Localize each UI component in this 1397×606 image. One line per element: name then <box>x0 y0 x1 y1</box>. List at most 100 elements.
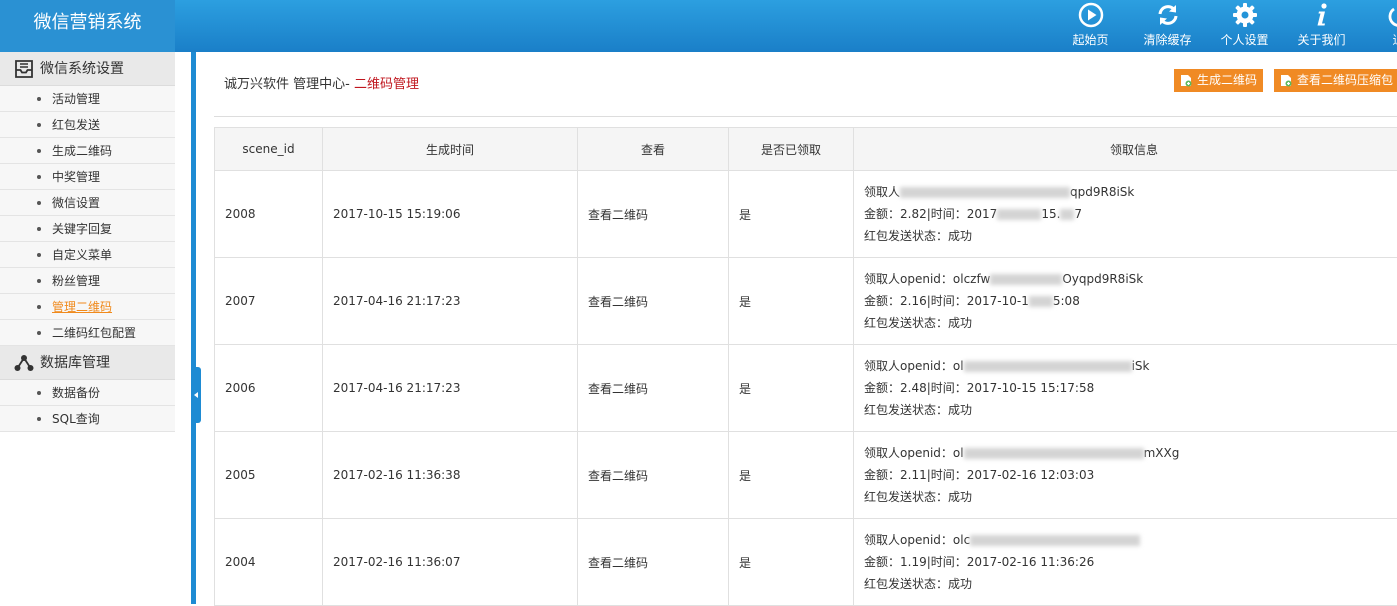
redacted-block <box>990 274 1062 285</box>
created-time-cell: 2017-02-16 11:36:07 <box>323 519 578 606</box>
divider-line <box>214 116 1397 117</box>
play-circle-icon <box>1078 2 1104 28</box>
sidebar-item-sql-query[interactable]: SQL查询 <box>0 406 175 432</box>
sidebar-group-database[interactable]: 数据库管理 <box>0 346 175 380</box>
claim-openid-start: 领取人 <box>864 185 900 199</box>
sidebar-item-activity[interactable]: 活动管理 <box>0 86 175 112</box>
sidebar-item-fans[interactable]: 粉丝管理 <box>0 268 175 294</box>
scene-id-cell: 2004 <box>215 519 323 606</box>
top-toolbar: 起始页 清除缓存 个人设置 关于我们 退 <box>1052 0 1397 52</box>
sidebar-item-wechat-settings[interactable]: 微信设置 <box>0 190 175 216</box>
claim-info-cell: 领取人openid：olczfw Oyqpd9R8iSk 金额：2.16|时间：2… <box>854 258 1397 345</box>
created-time-cell: 2017-10-15 15:19:06 <box>323 171 578 258</box>
about-button[interactable]: 关于我们 <box>1283 0 1360 52</box>
claim-openid-line: 领取人openid：olc <box>864 529 1397 551</box>
claim-amount-line: 金额：2.82|时间：201715.7 <box>864 203 1397 225</box>
claim-amount-start: 金额：2.16|时间：2017-10-1 <box>864 294 1029 308</box>
claim-openid-end: iSk <box>1132 359 1150 373</box>
created-time-cell: 2017-02-16 11:36:38 <box>323 432 578 519</box>
scene-id-cell: 2008 <box>215 171 323 258</box>
view-qrcode-zip-button[interactable]: 查看二维码压缩包 <box>1274 69 1397 92</box>
power-icon <box>1386 2 1397 28</box>
info-icon <box>1309 2 1335 28</box>
breadcrumb: 诚万兴软件 管理中心- 二维码管理 <box>224 73 419 92</box>
claim-openid-start: 领取人openid：olczfw <box>864 272 990 286</box>
redacted-block <box>1029 296 1053 307</box>
sidebar-item-keyword-reply[interactable]: 关键字回复 <box>0 216 175 242</box>
sidebar-item-custom-menu[interactable]: 自定义菜单 <box>0 242 175 268</box>
sidebar-item-qrcode-red-packet-config[interactable]: 二维码红包配置 <box>0 320 175 346</box>
sidebar-item-red-packet-send[interactable]: 红包发送 <box>0 112 175 138</box>
claim-openid-line: 领取人openid：olmXXg <box>864 442 1397 464</box>
redacted-block <box>1060 209 1074 220</box>
clear-cache-label: 清除缓存 <box>1129 31 1206 48</box>
home-button[interactable]: 起始页 <box>1052 0 1129 52</box>
claim-info-cell: 领取人openid：olc 金额：1.19|时间：2017-02-16 11:3… <box>854 519 1397 606</box>
sidebar-collapse-handle[interactable] <box>191 367 201 423</box>
add-file-icon <box>1280 74 1292 87</box>
claim-status-line: 红包发送状态：成功 <box>864 573 1397 595</box>
view-qrcode-link[interactable]: 查看二维码 <box>578 432 729 519</box>
inbox-icon <box>14 60 34 78</box>
claimed-cell: 是 <box>729 171 854 258</box>
claim-info-cell: 领取人openid：olmXXg 金额：2.11|时间：2017-02-16 1… <box>854 432 1397 519</box>
claimed-cell: 是 <box>729 519 854 606</box>
claim-openid-end: mXXg <box>1144 446 1180 460</box>
claim-info-cell: 领取人qpd9R8iSk 金额：2.82|时间：201715.7 红包发送状态：… <box>854 171 1397 258</box>
redacted-block <box>970 535 1140 546</box>
sidebar-group-wechat-settings[interactable]: 微信系统设置 <box>0 52 175 86</box>
claim-status-line: 红包发送状态：成功 <box>864 399 1397 421</box>
table-row: 2006 2017-04-16 21:17:23 查看二维码 是 领取人open… <box>215 345 1397 432</box>
generate-qrcode-label: 生成二维码 <box>1197 73 1257 87</box>
table-row: 2008 2017-10-15 15:19:06 查看二维码 是 领取人qpd9… <box>215 171 1397 258</box>
home-label: 起始页 <box>1052 31 1129 48</box>
personal-settings-label: 个人设置 <box>1206 31 1283 48</box>
claimed-cell: 是 <box>729 345 854 432</box>
claim-info-cell: 领取人openid：ol iSk 金额：2.48|时间：2017-10-15 15… <box>854 345 1397 432</box>
sidebar-item-generate-qrcode[interactable]: 生成二维码 <box>0 138 175 164</box>
claim-amount-line: 金额：2.48|时间：2017-10-15 15:17:58 <box>864 377 1397 399</box>
about-label: 关于我们 <box>1283 31 1360 48</box>
claim-status-line: 红包发送状态：成功 <box>864 312 1397 334</box>
personal-settings-button[interactable]: 个人设置 <box>1206 0 1283 52</box>
sidebar: 微信系统设置 活动管理 红包发送 生成二维码 中奖管理 微信设置 关键字回复 自… <box>0 52 175 604</box>
claim-amount-start: 金额：2.82|时间：2017 <box>864 207 997 221</box>
claimed-cell: 是 <box>729 432 854 519</box>
table-row: 2004 2017-02-16 11:36:07 查看二维码 是 领取人open… <box>215 519 1397 606</box>
sidebar-item-manage-qrcode[interactable]: 管理二维码 <box>0 294 175 320</box>
column-header: 查看 <box>578 128 729 171</box>
column-header: scene_id <box>215 128 323 171</box>
sidebar-splitter <box>191 52 196 604</box>
sidebar-group-label: 微信系统设置 <box>40 61 124 77</box>
table-row: 2005 2017-02-16 11:36:38 查看二维码 是 领取人open… <box>215 432 1397 519</box>
created-time-cell: 2017-04-16 21:17:23 <box>323 258 578 345</box>
view-qrcode-link[interactable]: 查看二维码 <box>578 171 729 258</box>
claim-openid-start: 领取人openid：olc <box>864 533 970 547</box>
claim-status-line: 红包发送状态：成功 <box>864 225 1397 247</box>
view-qrcode-link[interactable]: 查看二维码 <box>578 345 729 432</box>
breadcrumb-current: 二维码管理 <box>354 77 419 92</box>
scene-id-cell: 2006 <box>215 345 323 432</box>
claim-amount-mid: 5:08 <box>1053 294 1080 308</box>
generate-qrcode-button[interactable]: 生成二维码 <box>1174 69 1263 92</box>
sidebar-item-winners[interactable]: 中奖管理 <box>0 164 175 190</box>
logout-label: 退 <box>1360 31 1397 48</box>
view-qrcode-link[interactable]: 查看二维码 <box>578 519 729 606</box>
scene-id-cell: 2007 <box>215 258 323 345</box>
scene-id-cell: 2005 <box>215 432 323 519</box>
clear-cache-button[interactable]: 清除缓存 <box>1129 0 1206 52</box>
sidebar-item-data-backup[interactable]: 数据备份 <box>0 380 175 406</box>
add-file-icon <box>1180 74 1192 87</box>
app-title: 微信营销系统 <box>0 0 175 52</box>
breadcrumb-prefix: 诚万兴软件 管理中心- <box>224 77 354 92</box>
table-row: 2007 2017-04-16 21:17:23 查看二维码 是 领取人open… <box>215 258 1397 345</box>
redacted-block <box>997 209 1041 220</box>
claim-openid-start: 领取人openid：ol <box>864 359 964 373</box>
sidebar-group-label: 数据库管理 <box>40 355 110 371</box>
view-qrcode-link[interactable]: 查看二维码 <box>578 258 729 345</box>
logout-button[interactable]: 退 <box>1360 0 1397 52</box>
column-header: 是否已领取 <box>729 128 854 171</box>
claim-openid-end: Oyqpd9R8iSk <box>1062 272 1143 286</box>
claimed-cell: 是 <box>729 258 854 345</box>
claim-amount-line: 金额：2.11|时间：2017-02-16 12:03:03 <box>864 464 1397 486</box>
